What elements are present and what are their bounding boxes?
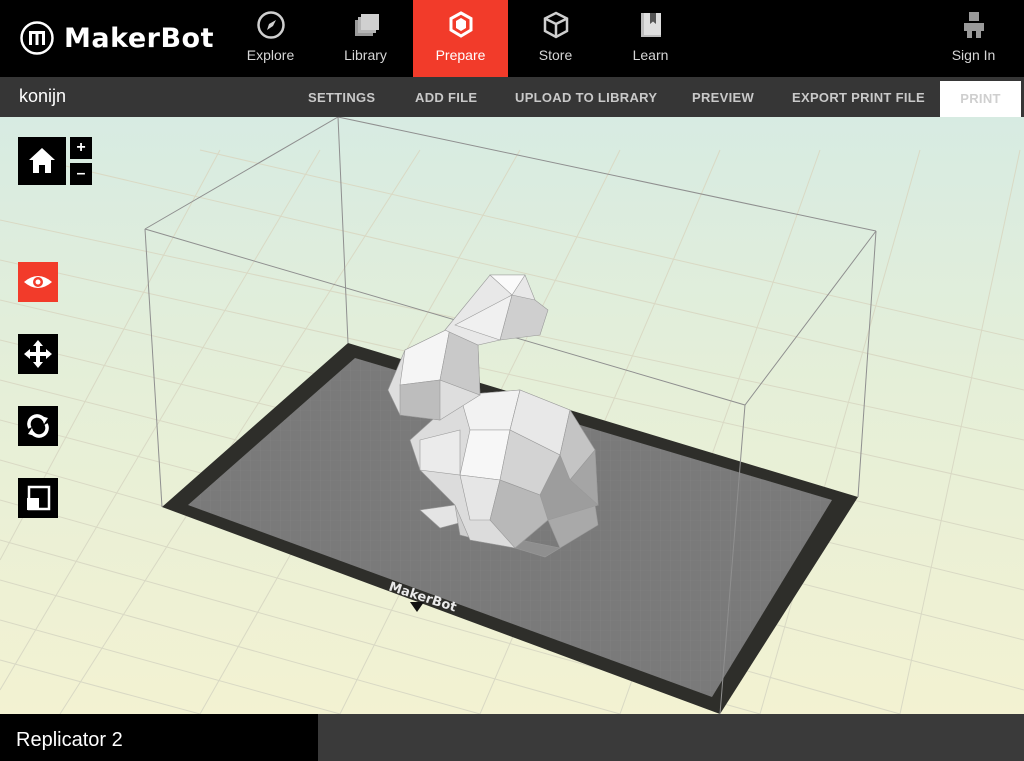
- export-print-file-button[interactable]: EXPORT PRINT FILE: [792, 90, 925, 105]
- project-name[interactable]: konijn: [19, 86, 66, 107]
- scale-icon: [27, 485, 51, 511]
- build-scene: MakerBot: [0, 117, 1024, 714]
- nav-explore[interactable]: Explore: [223, 0, 318, 77]
- move-arrows-icon: [24, 340, 52, 368]
- store-box-icon: [543, 11, 568, 39]
- nav-explore-label: Explore: [246, 47, 295, 63]
- nav-prepare[interactable]: Prepare: [413, 0, 508, 77]
- learn-book-icon: [640, 13, 661, 37]
- scale-tool-button[interactable]: [18, 478, 58, 518]
- brand-name: MakerBot: [64, 22, 214, 54]
- nav-store-label: Store: [538, 47, 573, 63]
- project-toolbar: konijn SETTINGS ADD FILE UPLOAD TO LIBRA…: [0, 77, 1024, 117]
- nav-prepare-label: Prepare: [435, 47, 486, 63]
- compass-icon: [256, 11, 285, 39]
- rotate-icon: [27, 414, 49, 438]
- upload-to-library-button[interactable]: UPLOAD TO LIBRARY: [515, 90, 657, 105]
- rotate-tool-button[interactable]: [18, 406, 58, 446]
- top-navigation: MakerBot Explore Library Prepare Store L…: [0, 0, 1024, 77]
- nav-library[interactable]: Library: [318, 0, 413, 77]
- 3d-viewport[interactable]: MakerBot + –: [0, 117, 1024, 714]
- add-file-button[interactable]: ADD FILE: [415, 90, 477, 105]
- nav-library-label: Library: [344, 47, 387, 63]
- zoom-in-button[interactable]: +: [70, 137, 92, 159]
- preview-button[interactable]: PREVIEW: [692, 90, 754, 105]
- library-icon: [354, 14, 379, 36]
- print-button[interactable]: PRINT: [940, 81, 1021, 117]
- move-tool-button[interactable]: [18, 334, 58, 374]
- prepare-icon: [449, 11, 472, 38]
- nav-learn[interactable]: Learn: [603, 0, 698, 77]
- status-bar: Replicator 2: [0, 714, 1024, 761]
- look-eye-icon: [24, 276, 52, 288]
- nav-sign-in-label: Sign In: [951, 47, 996, 63]
- nav-sign-in[interactable]: Sign In: [926, 0, 1021, 77]
- makerbot-logo[interactable]: MakerBot: [20, 20, 214, 56]
- zoom-out-button[interactable]: –: [70, 163, 92, 185]
- home-icon: [29, 148, 55, 173]
- home-view-button[interactable]: [18, 137, 66, 185]
- look-tool-button[interactable]: [18, 262, 58, 302]
- nav-learn-label: Learn: [632, 47, 669, 63]
- printer-selector[interactable]: Replicator 2: [0, 714, 318, 761]
- user-icon: [963, 12, 984, 38]
- makerbot-logo-icon: [20, 21, 54, 55]
- nav-store[interactable]: Store: [508, 0, 603, 77]
- settings-button[interactable]: SETTINGS: [308, 90, 375, 105]
